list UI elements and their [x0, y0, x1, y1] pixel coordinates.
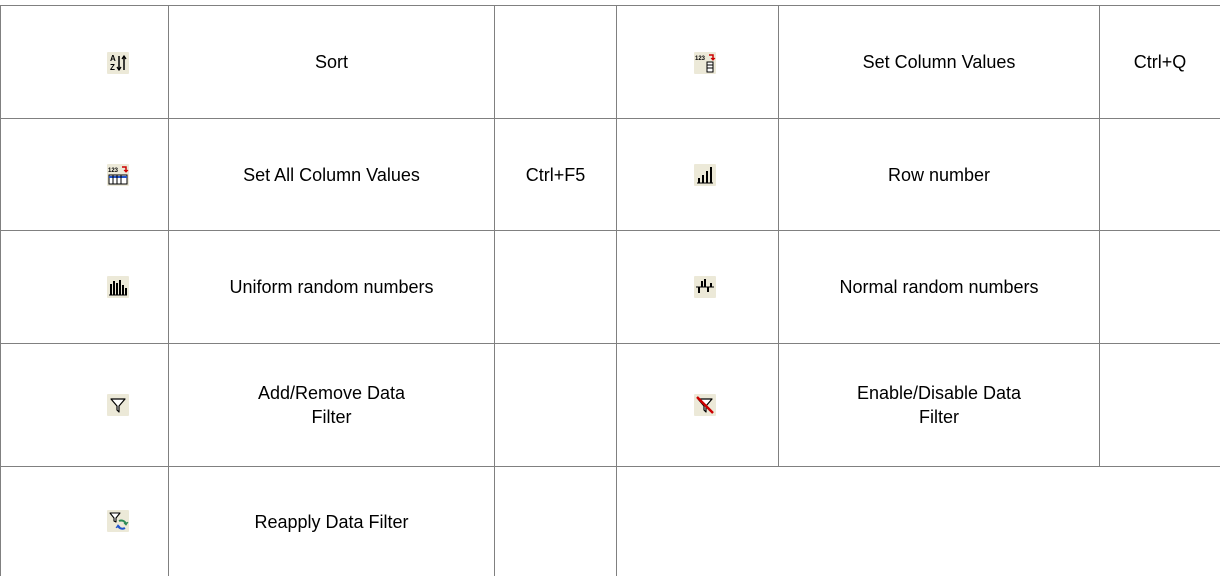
set-all-column-values-label: Set All Column Values	[243, 164, 420, 185]
normal-random-numbers-label: Normal random numbers	[839, 277, 1039, 297]
reapply-data-filter-label: Reapply Data Filter	[254, 511, 409, 532]
sort-icon: A Z	[107, 52, 129, 74]
reapply-data-filter-icon	[107, 510, 129, 532]
set-column-values-shortcut: Ctrl+Q	[1133, 52, 1187, 72]
sort-label: Sort	[314, 52, 348, 72]
add-remove-data-filter-icon	[107, 394, 129, 416]
set-all-column-values-icon: 123	[107, 164, 129, 186]
command-reference-table: A Z Sort 123 Set Column Values Ctrl+Q 12…	[0, 0, 1220, 576]
normal-random-numbers-icon	[694, 276, 716, 298]
row-number-icon	[694, 164, 716, 186]
uniform-random-numbers-label: Uniform random numbers	[229, 277, 434, 297]
column-divider	[0, 5, 1, 576]
svg-text:A: A	[110, 54, 116, 63]
svg-text:123: 123	[695, 56, 706, 62]
svg-text:123: 123	[108, 168, 119, 174]
add-remove-data-filter-label: Add/Remove Data Filter	[257, 383, 406, 427]
set-all-column-values-shortcut: Ctrl+F5	[525, 164, 586, 185]
uniform-random-numbers-icon	[107, 276, 129, 298]
enable-disable-data-filter-icon	[694, 394, 716, 416]
column-divider	[494, 5, 495, 576]
set-column-values-icon: 123	[694, 52, 716, 74]
row-number-label: Row number	[887, 164, 991, 185]
column-divider	[616, 5, 617, 576]
enable-disable-data-filter-label: Enable/Disable Data Filter	[856, 383, 1022, 427]
set-column-values-label: Set Column Values	[862, 52, 1016, 72]
svg-text:Z: Z	[110, 63, 115, 72]
